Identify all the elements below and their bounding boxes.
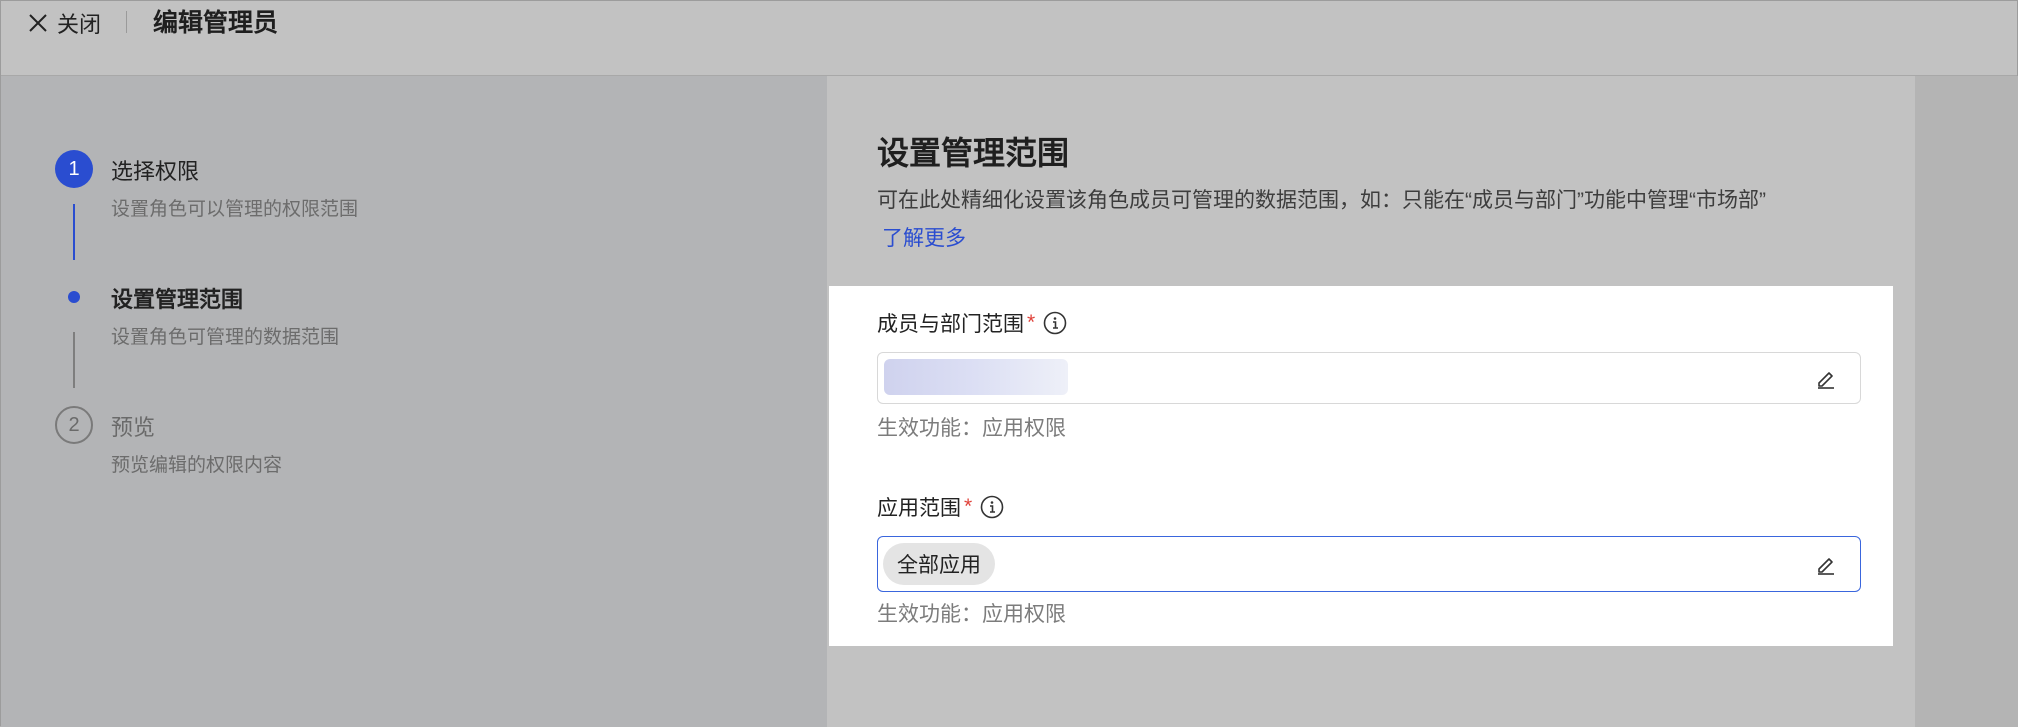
step-title: 设置管理范围 — [111, 287, 244, 312]
app-scope-label: 应用范围 * — [877, 492, 1004, 522]
member-department-scope-label: 成员与部门范围 * — [877, 308, 1067, 338]
edit-pencil-icon[interactable] — [1814, 366, 1838, 390]
steps-panel: 1 选择权限 设置角色可以管理的权限范围 设置管理范围 设置角色可管理的数据范围… — [1, 76, 827, 727]
close-label: 关闭 — [57, 12, 102, 37]
header-divider — [126, 11, 127, 33]
learn-more-link[interactable]: 了解更多 — [882, 222, 966, 252]
field-label-text: 应用范围 — [877, 497, 961, 520]
section-title: 设置管理范围 — [877, 135, 1070, 171]
step-title: 选择权限 — [111, 159, 200, 184]
right-margin-strip — [1915, 76, 2018, 727]
step-number-badge: 2 — [55, 406, 93, 444]
step-connector — [73, 332, 75, 388]
page-title: 编辑管理员 — [153, 9, 279, 37]
scope-form-card: 成员与部门范围 * 生效功能：应用权限 应用范围 * 全部应用 生效功能：应用权… — [829, 286, 1893, 646]
step-number-badge: 1 — [55, 150, 93, 188]
current-step-dot — [68, 291, 80, 303]
step-title: 预览 — [111, 415, 156, 440]
main-content: 设置管理范围 可在此处精细化设置该角色成员可管理的数据范围，如：只能在“成员与部… — [827, 76, 1915, 727]
field-effective-note: 生效功能：应用权限 — [877, 603, 1066, 626]
step-connector — [73, 204, 75, 260]
info-icon[interactable] — [1043, 311, 1067, 335]
modal-frame: 关闭 编辑管理员 1 选择权限 设置角色可以管理的权限范围 设置管理范围 设置角… — [0, 0, 2018, 727]
field-label-text: 成员与部门范围 — [877, 313, 1024, 336]
field-effective-note: 生效功能：应用权限 — [877, 417, 1066, 440]
step-description: 预览编辑的权限内容 — [111, 455, 283, 476]
close-icon — [29, 14, 47, 32]
step-description: 设置角色可以管理的权限范围 — [111, 199, 359, 220]
close-button[interactable]: 关闭 — [27, 5, 101, 41]
step-description: 设置角色可管理的数据范围 — [111, 327, 340, 348]
required-mark: * — [964, 495, 973, 518]
member-department-scope-field[interactable] — [877, 352, 1861, 404]
required-mark: * — [1027, 311, 1036, 334]
app-scope-field[interactable]: 全部应用 — [877, 536, 1861, 592]
blurred-selection-tag — [884, 359, 1068, 395]
edit-pencil-icon[interactable] — [1814, 552, 1838, 576]
selected-app-chip[interactable]: 全部应用 — [883, 543, 995, 585]
info-icon[interactable] — [980, 495, 1004, 519]
header-bar: 关闭 编辑管理员 — [1, 1, 2017, 76]
section-description: 可在此处精细化设置该角色成员可管理的数据范围，如：只能在“成员与部门”功能中管理… — [877, 189, 1766, 212]
